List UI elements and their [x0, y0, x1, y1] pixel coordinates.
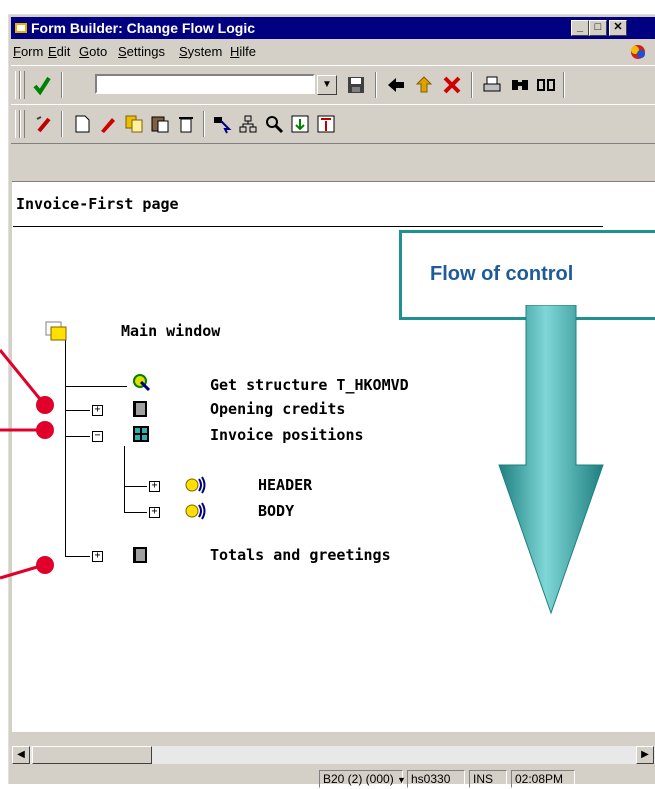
marker-dot [36, 396, 54, 414]
marker-overlay [0, 349, 54, 580]
marker-dot [36, 556, 54, 574]
marker-dot [36, 421, 54, 439]
